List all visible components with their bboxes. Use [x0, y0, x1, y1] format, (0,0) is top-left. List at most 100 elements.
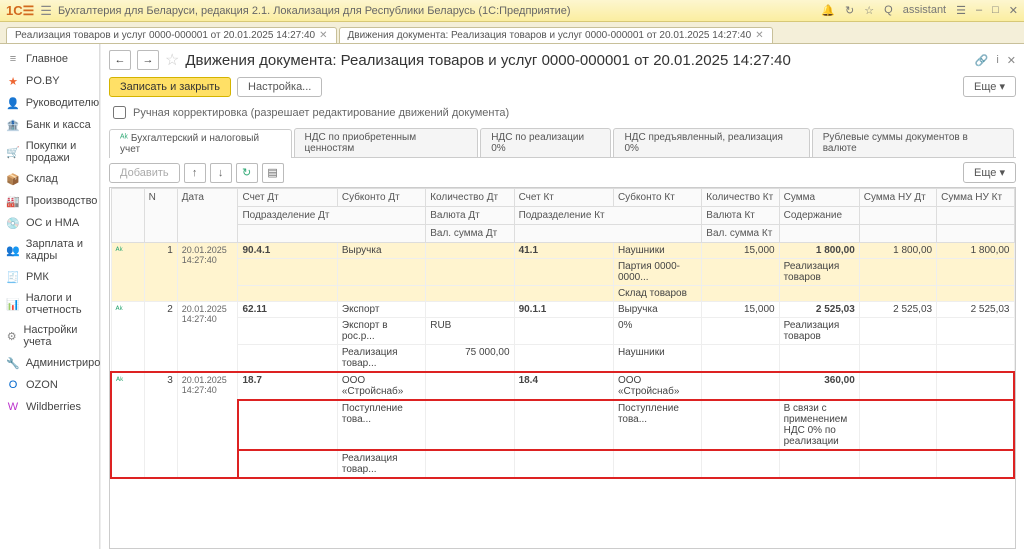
doc-tab-2[interactable]: Движения документа: Реализация товаров и… [339, 27, 773, 43]
favorite-icon[interactable]: ☆ [165, 50, 179, 70]
star-icon[interactable]: ☆ [864, 4, 874, 17]
subtab[interactable]: Рублевые суммы документов в валюте [812, 128, 1014, 157]
col-acc-dt[interactable]: Счет Дт [238, 189, 337, 207]
col-sum[interactable]: Сумма [779, 189, 859, 207]
close-icon[interactable]: ✕ [1009, 4, 1018, 17]
grid[interactable]: N Дата Счет Дт Субконто Дт Количество Дт… [109, 187, 1016, 549]
col-qty-kt[interactable]: Количество Кт [702, 189, 779, 207]
sidebar-item[interactable]: ★ PO.BY [0, 70, 99, 92]
close-doc-icon[interactable]: ✕ [1007, 54, 1016, 67]
sidebar-icon: 🧾 [6, 270, 20, 284]
settings-button[interactable]: Настройка... [237, 77, 322, 97]
nav-back-button[interactable]: ← [109, 50, 131, 70]
col-date[interactable]: Дата [177, 189, 238, 243]
help-icon[interactable]: Q [884, 4, 893, 17]
save-close-button[interactable]: Записать и закрыть [109, 77, 231, 97]
history-icon[interactable]: ↻ [845, 4, 854, 17]
info-icon[interactable]: i [996, 54, 998, 67]
col-nu-kt[interactable]: Сумма НУ Кт [937, 189, 1014, 207]
sidebar-item[interactable]: 👥 Зарплата и кадры [0, 234, 99, 266]
menu-icon[interactable]: ☰ [40, 3, 52, 19]
subtab[interactable]: НДС по приобретенным ценностям [294, 128, 479, 157]
move-down-button[interactable]: ↓ [210, 163, 232, 183]
table-row[interactable]: ᴬᵏ220.01.202514:27:4062.11Экспорт90.1.1В… [111, 302, 1014, 318]
sidebar-item[interactable]: 📦Склад [0, 168, 99, 190]
table-row[interactable]: Склад товаров [111, 286, 1014, 302]
sidebar-label: ОС и НМА [26, 217, 79, 229]
table-row[interactable]: Экспорт в рос.р...RUB0%Реализация товаро… [111, 318, 1014, 345]
sidebar-label: PO.BY [26, 75, 60, 87]
sidebar-icon: ★ [6, 74, 20, 88]
sidebar-label: Производство [26, 195, 98, 207]
sidebar-label: Руководителю [26, 97, 99, 109]
col-sub-kt[interactable]: Субконто Кт [613, 189, 701, 207]
document-tabs: Реализация товаров и услуг 0000-000001 о… [0, 22, 1024, 44]
col-sub-dt[interactable]: Субконто Дт [337, 189, 425, 207]
sidebar-label: Настройки учета [23, 324, 93, 348]
sidebar-item[interactable]: 📊Налоги и отчетность [0, 288, 99, 320]
subtab[interactable]: НДС предъявленный, реализация 0% [613, 128, 809, 157]
sidebar-label: Главное [26, 53, 68, 65]
bell-icon[interactable]: 🔔 [821, 4, 835, 17]
col-n[interactable]: N [144, 189, 177, 243]
table-row[interactable]: Реализация товар... [111, 450, 1014, 478]
sidebar-item[interactable]: ≡Главное [0, 48, 99, 70]
sidebar-item[interactable]: 🧾 РМК [0, 266, 99, 288]
list-button[interactable]: ▤ [262, 163, 284, 183]
sidebar-item[interactable]: ⚙Настройки учета [0, 320, 99, 352]
app-logo: 1C☰ [6, 3, 34, 19]
grid-more-button[interactable]: Еще ▾ [963, 162, 1016, 183]
sidebar-icon: 💿 [6, 216, 20, 230]
sidebar-item[interactable]: 👤 Руководителю [0, 92, 99, 114]
sidebar-icon: 🏭 [6, 194, 20, 208]
refresh-button[interactable]: ↻ [236, 163, 258, 183]
restore-icon[interactable]: □ [992, 4, 999, 17]
link-icon[interactable]: 🔗 [975, 54, 989, 67]
sidebar-item[interactable]: 💿 ОС и НМА [0, 212, 99, 234]
close-tab-icon[interactable]: ✕ [319, 30, 327, 41]
sidebar-label: Покупки и продажи [26, 140, 93, 164]
assistant-label[interactable]: assistant [903, 4, 946, 17]
add-button[interactable]: Добавить [109, 163, 180, 183]
settings-icon[interactable]: ☰ [956, 4, 966, 17]
sidebar-icon: O [6, 378, 20, 392]
table-row[interactable]: ᴬᵏ120.01.202514:27:4090.4.1Выручка41.1На… [111, 243, 1014, 259]
table-row[interactable]: Поступление това...Поступление това...В … [111, 400, 1014, 450]
row-icon: ᴬᵏ [116, 245, 123, 255]
table-row[interactable]: ᴬᵏ320.01.202514:27:4018.7ООО «Стройснаб»… [111, 372, 1014, 400]
table-row[interactable]: Реализация товар...75 000,00Наушники [111, 345, 1014, 373]
sidebar-icon: 👤 [6, 96, 20, 110]
move-up-button[interactable]: ↑ [184, 163, 206, 183]
sidebar-label: OZON [26, 379, 58, 391]
close-tab-icon[interactable]: ✕ [755, 30, 763, 41]
col-acc-kt[interactable]: Счет Кт [514, 189, 613, 207]
manual-adjust-checkbox[interactable] [113, 106, 126, 119]
sidebar-label: Wildberries [26, 401, 81, 413]
sidebar-icon: 🏦 [6, 118, 20, 132]
subtab[interactable]: НДС по реализации 0% [480, 128, 611, 157]
sidebar-label: Банк и касса [26, 119, 91, 131]
sidebar-item[interactable]: WWildberries [0, 396, 99, 418]
sidebar-label: Зарплата и кадры [26, 238, 93, 262]
main-area: ← → ☆ Движения документа: Реализация тов… [100, 44, 1024, 549]
col-qty-dt[interactable]: Количество Дт [426, 189, 514, 207]
col-nu-dt[interactable]: Сумма НУ Дт [859, 189, 936, 207]
sidebar-item[interactable]: 🛒 Покупки и продажи [0, 136, 99, 168]
doc-tab-1[interactable]: Реализация товаров и услуг 0000-000001 о… [6, 27, 337, 43]
sidebar-item[interactable]: O OZON [0, 374, 99, 396]
table-row[interactable]: Партия 0000-0000...Реализация товаров [111, 259, 1014, 286]
sidebar-item[interactable]: 🏭 Производство [0, 190, 99, 212]
nav-fwd-button[interactable]: → [137, 50, 159, 70]
more-button[interactable]: Еще ▾ [963, 76, 1016, 97]
sidebar-label: РМК [26, 271, 49, 283]
sidebar-item[interactable]: 🔧Администрирование [0, 352, 99, 374]
minimize-icon[interactable]: – [976, 4, 982, 17]
sidebar-icon: 👥 [6, 243, 20, 257]
sidebar-item[interactable]: 🏦 Банк и касса [0, 114, 99, 136]
sidebar-icon: 🛒 [6, 145, 20, 159]
subtab[interactable]: ᴬᵏБухгалтерский и налоговый учет [109, 129, 292, 158]
manual-adjust-label: Ручная корректировка (разрешает редактир… [133, 107, 509, 119]
section-tabs: ᴬᵏБухгалтерский и налоговый учетНДС по п… [109, 128, 1016, 158]
sidebar-icon: 🔧 [6, 356, 20, 370]
titlebar: 1C☰ ☰ Бухгалтерия для Беларуси, редакция… [0, 0, 1024, 22]
